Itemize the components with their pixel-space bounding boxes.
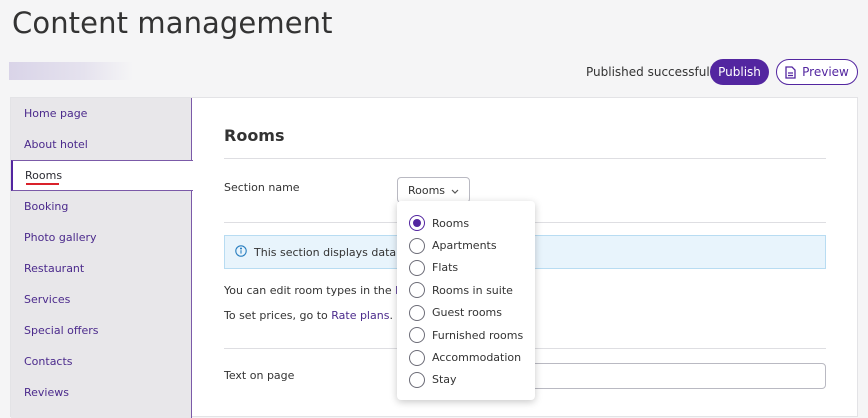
text-on-page-label: Text on page (224, 369, 295, 382)
preview-button[interactable]: Preview (776, 59, 858, 85)
rate-plans-link[interactable]: Rate plans (331, 309, 389, 322)
info-text: This section displays data fr (254, 245, 409, 259)
sidebar-item-label: Home page (24, 107, 88, 120)
sidebar-item-reviews[interactable]: Reviews (11, 377, 191, 408)
sidebar-item-about-hotel[interactable]: About hotel (11, 129, 191, 160)
option-accommodation[interactable]: Accommodation (397, 346, 535, 368)
sidebar-item-photo-gallery[interactable]: Photo gallery (11, 222, 191, 253)
radio-icon (409, 349, 425, 366)
option-apartments[interactable]: Apartments (397, 234, 535, 256)
sidebar-item-label: Services (24, 293, 71, 306)
option-stay[interactable]: Stay (397, 369, 535, 391)
radio-icon (409, 327, 425, 344)
option-rooms-in-suite[interactable]: Rooms in suite (397, 279, 535, 301)
radio-checked-icon (409, 215, 425, 232)
option-label: Accommodation (432, 351, 522, 365)
section-name-select[interactable]: Rooms (397, 177, 470, 203)
radio-icon (409, 304, 425, 321)
option-flats[interactable]: Flats (397, 257, 535, 279)
section-name-label: Section name (224, 181, 300, 194)
sidebar-item-special-offers[interactable]: Special offers (11, 315, 191, 346)
option-label: Stay (432, 373, 457, 387)
sidebar-item-label: Booking (24, 200, 69, 213)
sidebar-item-restaurant[interactable]: Restaurant (11, 253, 191, 284)
option-label: Furnished rooms (432, 328, 524, 342)
sidebar-item-label: Reviews (24, 386, 69, 399)
section-title: Rooms (224, 126, 285, 145)
sidebar: Home page About hotel Rooms Booking Phot… (11, 98, 193, 418)
sidebar-item-home-page[interactable]: Home page (11, 98, 191, 129)
edit-room-types-text: You can edit room types in the Ro (224, 284, 409, 297)
option-furnished-rooms[interactable]: Furnished rooms (397, 324, 535, 346)
section-name-dropdown: Rooms Apartments Flats Rooms in suite Gu… (397, 201, 535, 400)
prices-text: To set prices, go to Rate plans. (224, 309, 393, 322)
loading-placeholder (9, 62, 133, 80)
select-value: Rooms (407, 183, 446, 197)
chevron-down-icon (451, 184, 459, 197)
sidebar-item-booking[interactable]: Booking (11, 191, 191, 222)
option-guest-rooms[interactable]: Guest rooms (397, 302, 535, 324)
option-label: Apartments (432, 239, 497, 253)
preview-button-label: Preview (802, 65, 849, 79)
option-label: Rooms (432, 216, 470, 230)
document-icon (785, 65, 796, 79)
sidebar-item-label: Contacts (24, 355, 73, 368)
sidebar-item-label: Restaurant (24, 262, 85, 275)
page-title: Content management (12, 6, 333, 40)
prices-text-suffix: . (389, 309, 393, 322)
radio-icon (409, 282, 425, 299)
option-label: Flats (432, 261, 459, 275)
info-icon (235, 244, 247, 260)
publish-status: Published successfully (586, 65, 721, 79)
sidebar-item-services[interactable]: Services (11, 284, 191, 315)
active-underline (26, 183, 59, 185)
prices-text-prefix: To set prices, go to (224, 309, 332, 322)
sidebar-item-label: Photo gallery (24, 231, 97, 244)
option-rooms[interactable]: Rooms (397, 212, 535, 234)
divider (224, 158, 826, 159)
sidebar-item-label: About hotel (24, 138, 88, 151)
edit-text: You can edit room types in the (224, 284, 396, 297)
option-label: Rooms in suite (432, 283, 513, 297)
radio-icon (409, 371, 425, 388)
sidebar-item-label: Rooms (25, 169, 63, 182)
sidebar-item-label: Special offers (24, 324, 99, 337)
option-label: Guest rooms (432, 306, 502, 320)
sidebar-item-contacts[interactable]: Contacts (11, 346, 191, 377)
publish-button[interactable]: Publish (710, 59, 769, 85)
radio-icon (409, 259, 425, 276)
radio-icon (409, 237, 425, 254)
sidebar-item-rooms[interactable]: Rooms (11, 160, 193, 191)
